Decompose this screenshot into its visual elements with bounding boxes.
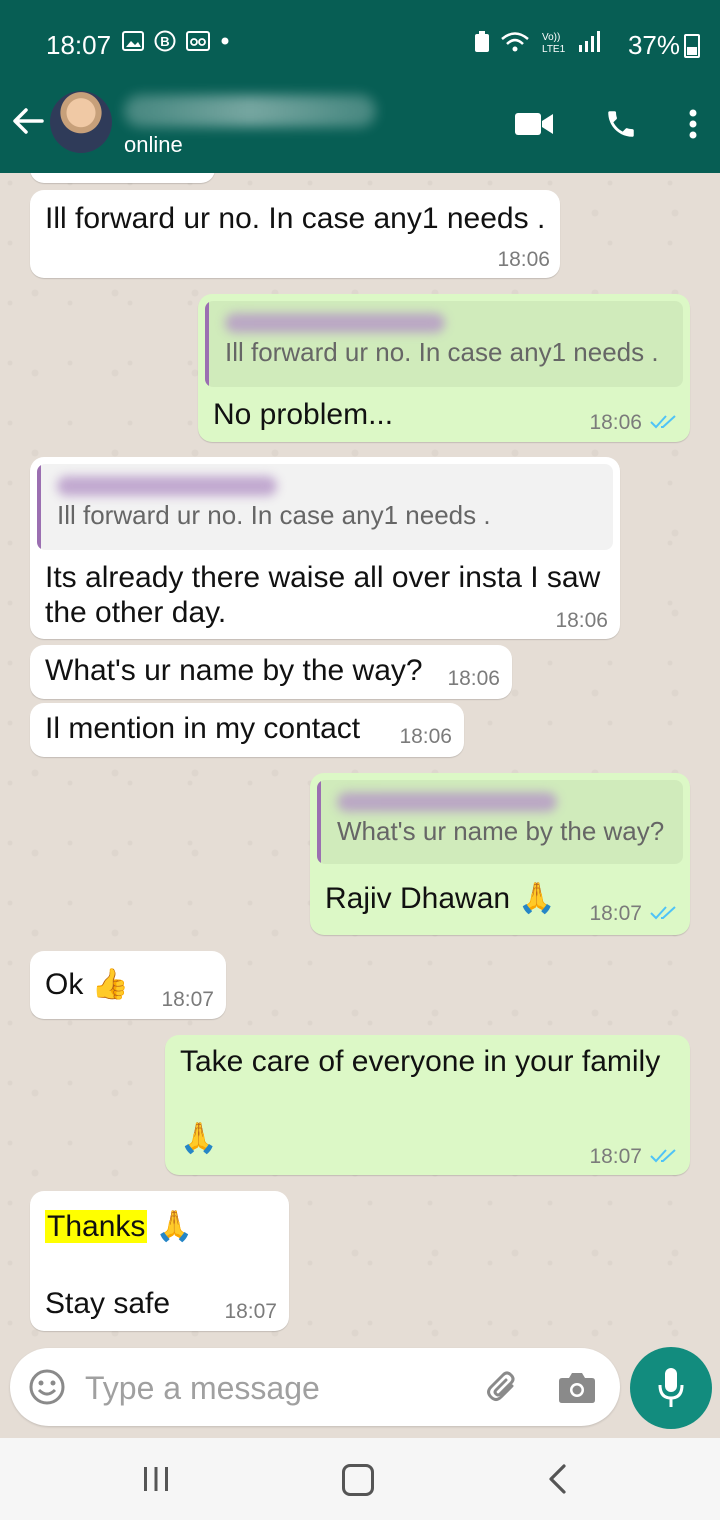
message-bubble-incoming[interactable]: Ill forward ur no. In case any1 needs . … (30, 457, 620, 639)
read-receipt-icon (650, 415, 676, 429)
message-time: 18:07 (161, 988, 214, 1011)
battery-percentage: 37% (627, 30, 680, 60)
volte-icon: Vo))LTE1 (542, 32, 566, 54)
message-bubble-outgoing[interactable]: Take care of everyone in your family 🙏 1… (165, 1035, 690, 1175)
gallery-notification-icon (122, 31, 144, 51)
svg-text:LTE1: LTE1 (542, 44, 566, 54)
message-text-line-1: Thanks 🙏 (45, 1209, 193, 1244)
read-receipt-icon (650, 1149, 676, 1163)
battery-saver-icon (475, 31, 489, 52)
message-bubble-incoming[interactable]: Thanks 🙏 Stay safe 18:07 (30, 1191, 289, 1331)
notification-icons: B (122, 30, 230, 52)
message-time: 18:06 (399, 725, 452, 748)
message-text: What's ur name by the way? (45, 654, 423, 687)
back-arrow-icon[interactable] (10, 103, 46, 139)
message-time: 18:06 (497, 248, 550, 271)
highlighted-text: Thanks (45, 1210, 148, 1243)
message-text: Take care of everyone in your family (180, 1045, 661, 1078)
camera-icon[interactable] (558, 1370, 596, 1404)
dot-notification-icon (221, 37, 229, 45)
contact-name-redacted[interactable] (124, 95, 376, 127)
message-time: 18:07 (589, 1145, 642, 1168)
chat-header: online (0, 75, 720, 173)
svg-text:B: B (160, 34, 169, 49)
quoted-sender-redacted (225, 313, 445, 333)
message-composer: Type a message (10, 1348, 620, 1426)
status-bar: 18:07 B Vo)) LTE1 37% (0, 0, 720, 75)
message-bubble-incoming[interactable]: Ok 👍 18:07 (30, 951, 226, 1019)
ob-notification-icon (186, 31, 210, 51)
message-text-line-2: Stay safe (45, 1287, 171, 1320)
message-bubble-outgoing[interactable]: What's ur name by the way? Rajiv Dhawan … (310, 773, 690, 935)
message-bubble-incoming[interactable]: What's ur name by the way? 18:06 (30, 645, 512, 699)
signal-icon (579, 31, 600, 52)
message-text: No problem... (213, 398, 394, 431)
home-icon[interactable] (342, 1464, 374, 1496)
message-emoji: 🙏 (155, 1210, 194, 1243)
chat-area[interactable]: Ill forward ur no. In case any1 needs . … (0, 173, 720, 1338)
b-notification-icon: B (154, 30, 176, 52)
contact-avatar[interactable] (50, 91, 112, 153)
wifi-icon (501, 32, 529, 52)
header-actions (514, 107, 698, 141)
quoted-message[interactable]: Ill forward ur no. In case any1 needs . (37, 464, 613, 550)
message-bubble-outgoing[interactable]: Ill forward ur no. In case any1 needs . … (198, 294, 690, 442)
microphone-icon (658, 1368, 684, 1407)
system-navigation-bar (0, 1438, 720, 1520)
nav-back-icon[interactable] (546, 1463, 568, 1495)
voice-call-icon[interactable] (604, 107, 638, 141)
message-input[interactable]: Type a message (85, 1370, 320, 1407)
quoted-text: Ill forward ur no. In case any1 needs . (225, 337, 659, 367)
message-bubble-incoming[interactable]: Il mention in my contact 18:06 (30, 703, 464, 757)
message-time: 18:06 (555, 609, 608, 632)
message-text: Il mention in my contact (45, 712, 361, 745)
message-bubble-cropped (30, 173, 215, 183)
contact-status: online (124, 132, 183, 157)
status-time: 18:07 (46, 30, 112, 60)
message-bubble-incoming[interactable]: Ill forward ur no. In case any1 needs . … (30, 190, 560, 278)
quoted-message[interactable]: What's ur name by the way? (317, 780, 683, 864)
read-receipt-icon (650, 906, 676, 920)
quoted-text: What's ur name by the way? (337, 816, 665, 846)
paperclip-icon[interactable] (484, 1370, 522, 1408)
message-emoji: 🙏 (180, 1122, 218, 1155)
message-text-line-1: Its already there waise all over insta I… (45, 561, 601, 594)
message-text: Ill forward ur no. In case any1 needs . (45, 202, 546, 235)
quoted-sender-redacted (337, 792, 557, 812)
message-time: 18:06 (447, 667, 500, 690)
video-call-icon[interactable] (514, 111, 554, 137)
message-time: 18:07 (589, 902, 642, 925)
message-text-line-2: the other day. (45, 596, 227, 629)
recent-apps-icon[interactable] (142, 1466, 170, 1492)
message-text: Ok 👍 (45, 968, 130, 1001)
svg-text:Vo)): Vo)) (542, 32, 560, 43)
emoji-icon[interactable] (28, 1368, 66, 1406)
more-vertical-icon[interactable] (688, 109, 698, 139)
message-text: Rajiv Dhawan 🙏 (325, 882, 556, 915)
quoted-text: Ill forward ur no. In case any1 needs . (57, 500, 491, 530)
battery-icon (684, 34, 700, 58)
quoted-message[interactable]: Ill forward ur no. In case any1 needs . (205, 301, 683, 387)
voice-record-button[interactable] (630, 1347, 712, 1429)
message-time: 18:06 (589, 411, 642, 434)
message-time: 18:07 (224, 1300, 277, 1323)
quoted-sender-redacted (57, 476, 277, 496)
system-icons: Vo)) LTE1 (474, 30, 600, 54)
